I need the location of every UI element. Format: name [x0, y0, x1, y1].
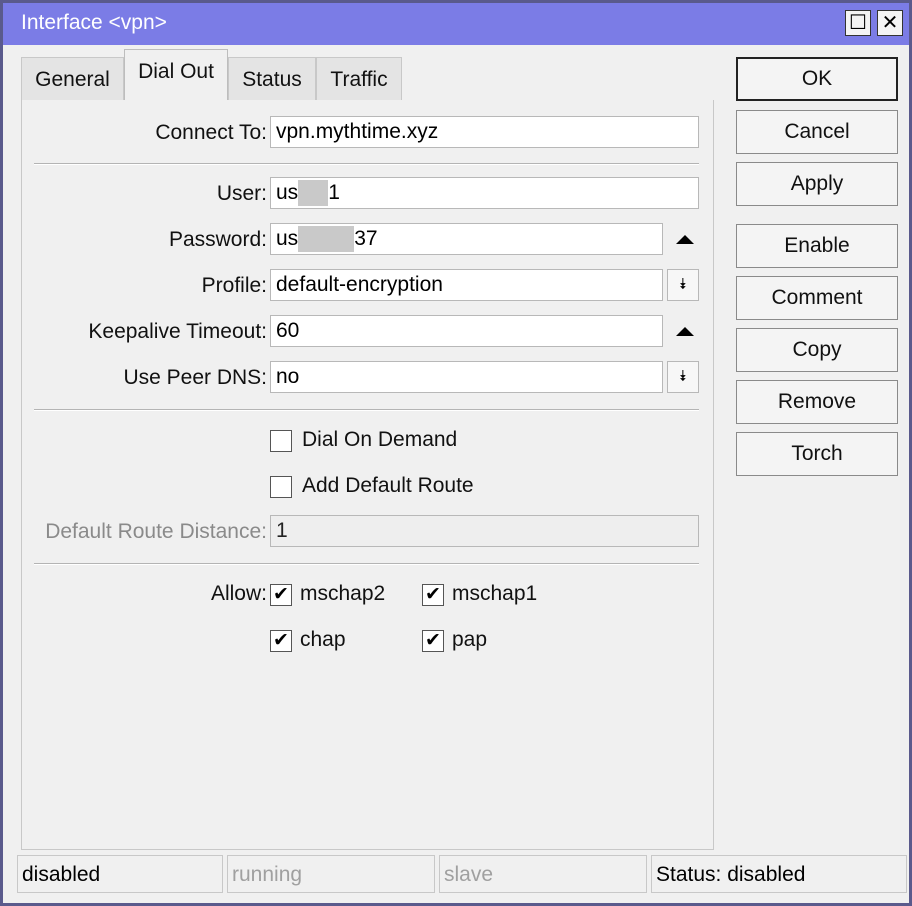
dial-on-demand-label: Dial On Demand: [302, 428, 458, 451]
torch-button[interactable]: Torch: [736, 432, 898, 476]
copy-button[interactable]: Copy: [736, 328, 898, 372]
password-value-end: 37: [354, 227, 378, 250]
chap-checkbox[interactable]: ✔: [270, 630, 292, 652]
default-route-distance-label: Default Route Distance:: [45, 520, 267, 543]
divider: [34, 563, 699, 565]
chap-label: chap: [300, 628, 346, 651]
mschap1-label: mschap1: [452, 582, 538, 605]
password-label: Password:: [168, 228, 267, 251]
connect-to-input[interactable]: vpn.mythtime.xyz: [270, 116, 699, 148]
user-input[interactable]: us 1: [270, 177, 699, 209]
remove-button[interactable]: Remove: [736, 380, 898, 424]
interface-window: Interface <vpn> ☐ ✕ General Dial Out Sta…: [0, 0, 912, 906]
comment-button[interactable]: Comment: [736, 276, 898, 320]
divider: [34, 409, 699, 411]
keepalive-timeout-input[interactable]: 60: [270, 315, 663, 347]
status-slave: slave: [439, 855, 647, 893]
tab-status[interactable]: Status: [228, 57, 316, 101]
status-text: Status: disabled: [651, 855, 907, 893]
tab-dial-out[interactable]: Dial Out: [124, 49, 228, 102]
password-input[interactable]: us 37: [270, 223, 663, 255]
status-state: disabled: [17, 855, 223, 893]
profile-select[interactable]: default-encryption: [270, 269, 663, 301]
ok-button[interactable]: OK: [736, 57, 898, 101]
default-route-distance-input[interactable]: 1: [270, 515, 699, 547]
mschap2-label: mschap2: [300, 582, 386, 605]
dial-out-panel: Connect To: vpn.mythtime.xyz User: us 1 P…: [21, 100, 714, 850]
add-default-route-checkbox[interactable]: [270, 476, 292, 498]
apply-button[interactable]: Apply: [736, 162, 898, 206]
dropdown-arrow-icon[interactable]: ⯯: [667, 269, 699, 301]
tab-traffic[interactable]: Traffic: [316, 57, 402, 101]
title-bar[interactable]: Interface <vpn> ☐ ✕: [3, 3, 909, 45]
password-value-start: us: [276, 227, 299, 250]
profile-label: Profile:: [201, 274, 267, 297]
user-value-start: us: [276, 181, 299, 204]
window-title: Interface <vpn>: [21, 11, 167, 34]
close-icon[interactable]: ✕: [877, 10, 903, 36]
collapse-up-icon[interactable]: [676, 235, 694, 244]
connect-to-label: Connect To:: [155, 121, 267, 144]
use-peer-dns-label: Use Peer DNS:: [123, 366, 267, 389]
pap-label: pap: [452, 628, 488, 651]
dial-on-demand-checkbox[interactable]: [270, 430, 292, 452]
cancel-button[interactable]: Cancel: [736, 110, 898, 154]
allow-label: Allow:: [210, 582, 267, 605]
redaction-block: [298, 180, 329, 207]
maximize-icon[interactable]: ☐: [845, 10, 871, 36]
pap-checkbox[interactable]: ✔: [422, 630, 444, 652]
collapse-up-icon[interactable]: [676, 327, 694, 336]
divider: [34, 163, 699, 165]
mschap2-checkbox[interactable]: ✔: [270, 584, 292, 606]
enable-button[interactable]: Enable: [736, 224, 898, 268]
add-default-route-label: Add Default Route: [302, 474, 474, 497]
user-label: User:: [216, 182, 267, 205]
dropdown-arrow-icon[interactable]: ⯯: [667, 361, 699, 393]
user-value-end: 1: [328, 181, 340, 204]
mschap1-checkbox[interactable]: ✔: [422, 584, 444, 606]
use-peer-dns-select[interactable]: no: [270, 361, 663, 393]
redaction-block: [298, 226, 355, 253]
status-running: running: [227, 855, 435, 893]
keepalive-timeout-label: Keepalive Timeout:: [88, 320, 267, 343]
tab-general[interactable]: General: [21, 57, 124, 101]
